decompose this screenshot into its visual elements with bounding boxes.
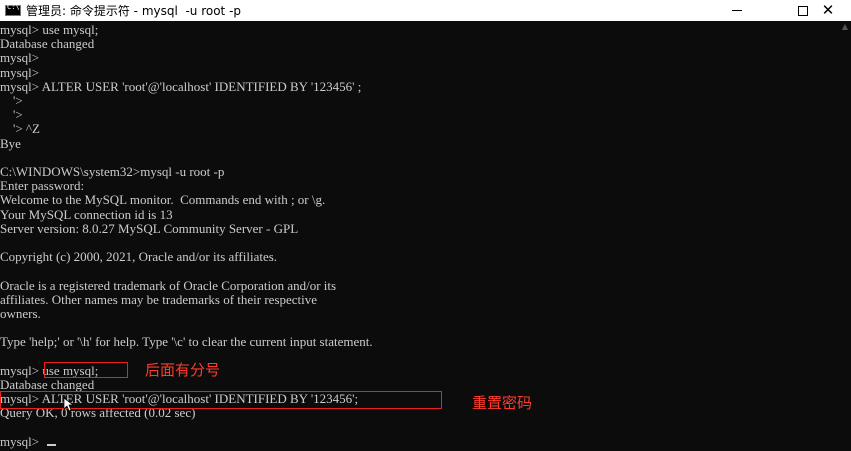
highlight-box-use-mysql <box>44 362 128 378</box>
title-bar[interactable]: 管理员: 命令提示符 - mysql -u root -p ✕ <box>0 0 851 21</box>
console-line: '> <box>0 93 23 108</box>
annotation-reset-password: 重置密码 <box>472 394 533 412</box>
console-line: Server version: 8.0.27 MySQL Community S… <box>0 220 299 236</box>
minimize-button[interactable] <box>714 0 760 21</box>
console-line: Welcome to the MySQL monitor. Commands e… <box>0 192 326 208</box>
console-line: Enter password: <box>0 178 85 194</box>
console-line: '> <box>0 107 23 123</box>
mouse-pointer-icon <box>64 398 74 412</box>
window-title: 管理员: 命令提示符 - mysql -u root -p <box>26 4 242 18</box>
console-line: '> ^Z <box>0 121 40 137</box>
console-line: C:\WINDOWS\system32>mysql -u root -p <box>0 164 225 179</box>
console-line: Database changed <box>0 36 95 52</box>
annotation-semicolon: 后面有分号 <box>145 361 221 379</box>
close-icon: ✕ <box>821 1 835 19</box>
scroll-up-icon[interactable]: ▲ <box>839 21 851 33</box>
console-line: mysql> ALTER USER 'root'@'localhost' IDE… <box>0 78 362 94</box>
close-button[interactable]: ✕ <box>805 0 851 21</box>
console-line: Copyright (c) 2000, 2021, Oracle and/or … <box>0 249 278 265</box>
console-line: owners. <box>0 306 41 321</box>
console-line: mysql> <box>0 64 40 80</box>
console-line: Oracle is a registered trademark of Orac… <box>0 277 337 293</box>
cmd-icon <box>5 3 21 16</box>
console-line: Database changed <box>0 377 95 392</box>
console-line: Bye <box>0 135 21 151</box>
command-prompt-window: 管理员: 命令提示符 - mysql -u root -p ✕ mysql> u… <box>0 0 851 451</box>
console-line: mysql> <box>0 50 40 66</box>
console-line: mysql> use mysql; <box>0 22 99 37</box>
console-line: mysql> <box>0 433 40 449</box>
console-line: affiliates. Other names may be trademark… <box>0 291 318 307</box>
minimize-icon <box>732 10 742 11</box>
console-line: Your MySQL connection id is 13 <box>0 206 173 222</box>
text-cursor <box>47 444 56 446</box>
console-line: Type 'help;' or '\h' for help. Type '\c'… <box>0 334 373 350</box>
